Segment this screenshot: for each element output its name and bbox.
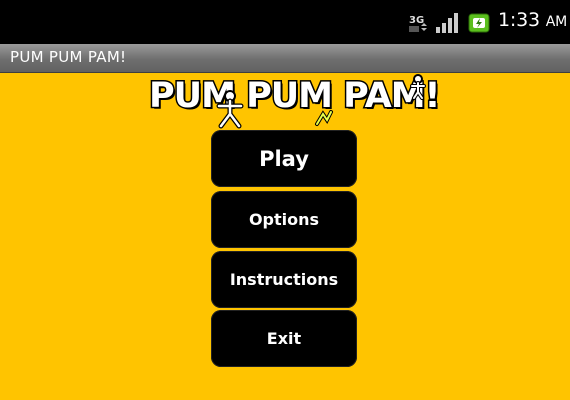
status-bar: 3G 1:33 AM bbox=[0, 0, 570, 44]
network-badge: 3G bbox=[409, 15, 424, 26]
battery-charging-icon bbox=[468, 13, 490, 33]
options-button[interactable]: Options bbox=[211, 191, 357, 248]
app-title: PUM PUM PAM! bbox=[10, 48, 127, 66]
instructions-button[interactable]: Instructions bbox=[211, 251, 357, 308]
stick-figure-icon bbox=[216, 90, 244, 129]
clock-time: 1:33 bbox=[498, 9, 540, 31]
logo-text: PUM PUM PAM! bbox=[148, 75, 442, 118]
3g-data-icon: 3G bbox=[407, 12, 429, 34]
exit-button[interactable]: Exit bbox=[211, 310, 357, 367]
game-logo: PUM PUM PAM! bbox=[145, 74, 442, 132]
play-button[interactable]: Play bbox=[211, 130, 357, 187]
signal-strength-icon bbox=[436, 13, 458, 33]
app-title-bar: PUM PUM PAM! bbox=[0, 44, 570, 73]
jumping-figure-icon bbox=[410, 74, 426, 100]
clock-ampm: AM bbox=[545, 14, 567, 30]
small-figure-icon bbox=[315, 110, 333, 126]
status-clock: 1:33 AM bbox=[498, 9, 567, 31]
